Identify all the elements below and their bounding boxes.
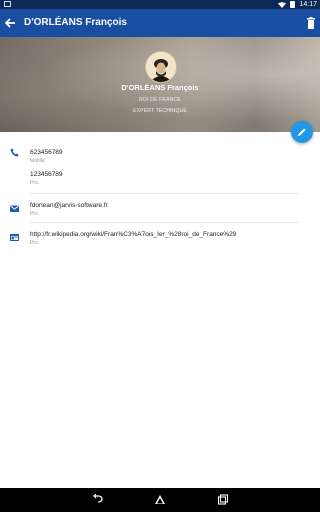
- portrait-image: [146, 52, 176, 82]
- email-type: Pro.: [30, 211, 40, 217]
- nav-back-icon[interactable]: [92, 494, 104, 506]
- status-bar: 14:17: [0, 0, 320, 9]
- pencil-icon: [298, 128, 306, 136]
- phone-icon: [10, 148, 19, 157]
- contact-name: D'ORLÉANS François: [121, 83, 199, 92]
- status-time: 14:17: [299, 1, 317, 8]
- edit-button[interactable]: [291, 121, 313, 143]
- divider: [30, 222, 298, 223]
- email-icon: [10, 205, 19, 212]
- app-title: D'ORLÉANS François: [24, 17, 127, 28]
- app-bar: D'ORLÉANS François: [0, 9, 320, 37]
- phone-pro-type: Pro.: [30, 180, 40, 186]
- email-address[interactable]: fdorlean@jarvis-software.fr: [30, 202, 108, 209]
- contact-header: D'ORLÉANS François ROI DE FRANCE EXPERT …: [0, 37, 320, 132]
- website-type: Pro.: [30, 240, 40, 246]
- delete-icon[interactable]: [306, 17, 316, 29]
- nav-recents-icon[interactable]: [217, 494, 229, 506]
- navigation-bar: [0, 488, 320, 512]
- divider: [30, 193, 298, 194]
- back-arrow-icon[interactable]: [3, 16, 17, 30]
- screenshot-notification-icon: [4, 1, 11, 7]
- phone-pro-number[interactable]: 123456789: [30, 171, 63, 178]
- wifi-icon: [278, 1, 287, 8]
- phone-mobile-number[interactable]: 623456789: [30, 149, 63, 156]
- status-icons: 14:17: [278, 0, 317, 9]
- battery-icon: [290, 1, 296, 8]
- website-url[interactable]: http://fr.wikipedia.org/wiki/Fran%C3%A7o…: [30, 231, 236, 238]
- avatar: [145, 51, 177, 83]
- contact-company: EXPERT TECHNIQUE: [133, 108, 187, 114]
- nav-home-icon[interactable]: [154, 494, 166, 506]
- web-icon: [10, 234, 19, 241]
- contact-role: ROI DE FRANCE: [139, 97, 181, 103]
- phone-mobile-type: Mobile: [30, 158, 45, 164]
